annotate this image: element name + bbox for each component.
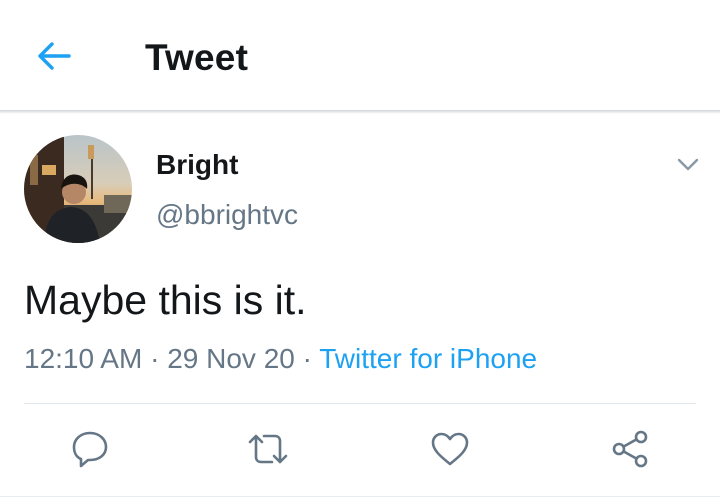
top-app-bar: Tweet	[0, 0, 720, 112]
header-divider	[0, 110, 720, 114]
heart-outline-icon	[431, 432, 469, 466]
author-name[interactable]: Bright	[156, 148, 238, 182]
tweet-date: 29 Nov 20	[167, 343, 295, 374]
reply-button[interactable]	[68, 427, 112, 471]
meta-separator: ·	[150, 343, 160, 374]
like-button[interactable]	[428, 427, 472, 471]
arrow-left-icon	[38, 42, 71, 70]
tweet-time: 12:10 AM	[24, 343, 143, 374]
action-bar-divider	[24, 403, 696, 404]
back-button[interactable]	[30, 36, 78, 76]
avatar[interactable]	[24, 135, 132, 243]
tweet-detail-screen: Tweet Bright @bbrightvc Maybe this is it…	[0, 0, 720, 502]
retweet-arrows-icon	[248, 434, 288, 464]
page-title: Tweet	[145, 37, 249, 78]
meta-separator: ·	[302, 343, 312, 374]
profile-photo	[24, 135, 132, 243]
share-nodes-icon	[612, 430, 648, 468]
tweet-source-link[interactable]: Twitter for iPhone	[319, 343, 537, 374]
retweet-button[interactable]	[246, 427, 290, 471]
speech-bubble-icon	[72, 431, 108, 468]
author-handle[interactable]: @bbrightvc	[156, 198, 298, 232]
tweet-metadata: 12:10 AM · 29 Nov 20 · Twitter for iPhon…	[24, 341, 537, 377]
chevron-down-icon	[677, 158, 699, 171]
tweet-menu-button[interactable]	[674, 152, 702, 178]
tweet-text: Maybe this is it.	[24, 277, 307, 323]
bottom-divider	[0, 496, 720, 497]
share-button[interactable]	[608, 427, 652, 471]
